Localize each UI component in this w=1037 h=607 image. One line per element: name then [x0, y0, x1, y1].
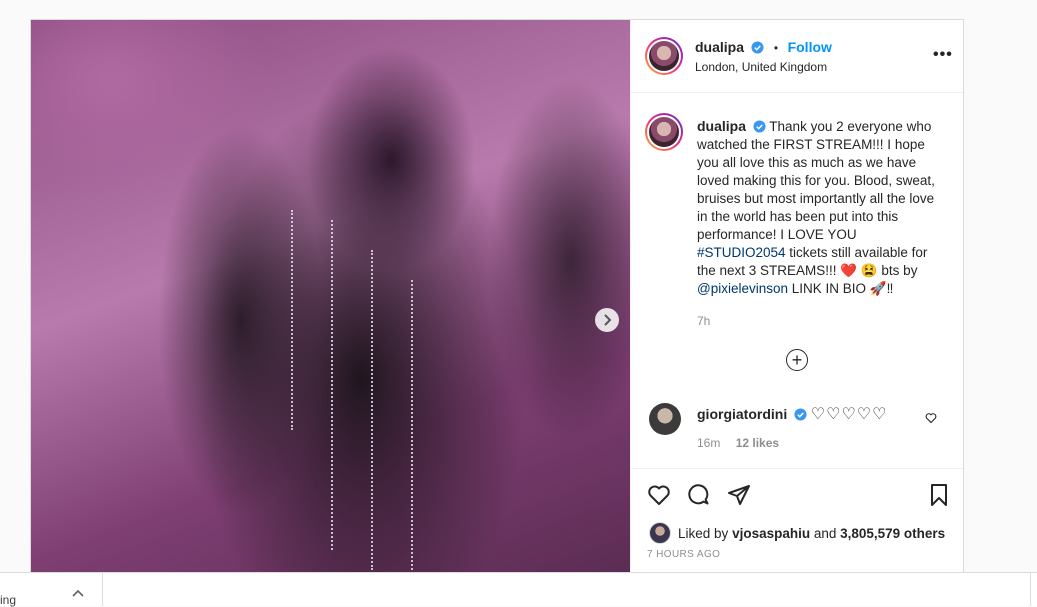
verified-badge-icon	[751, 41, 765, 54]
comment-like-button[interactable]	[925, 411, 937, 429]
comment-likes-count[interactable]: 12 likes	[736, 436, 779, 450]
caption-author-username[interactable]: dualipa	[697, 118, 746, 134]
header-author-line: dualipa • Follow	[695, 39, 832, 57]
dress-sparkle-detail	[411, 280, 413, 570]
caption-timestamp: 7h	[697, 314, 711, 328]
follow-button[interactable]: Follow	[788, 39, 832, 55]
share-button[interactable]	[727, 483, 751, 512]
post-location[interactable]: London, United Kingdom	[695, 60, 827, 74]
speech-bubble-icon	[688, 484, 709, 505]
comment-timestamp: 16m	[697, 436, 721, 450]
chevron-right-icon	[604, 314, 612, 326]
liker-username[interactable]: vjosaspahiu	[732, 526, 810, 541]
post-header: dualipa • Follow London, United Kingdom …	[631, 20, 963, 93]
heart-outline-icon	[648, 485, 670, 505]
chevron-up-icon[interactable]	[72, 589, 84, 597]
post-photo[interactable]	[31, 20, 630, 578]
comment-row: giorgiatordini ♡♡♡♡♡	[697, 405, 887, 424]
download-bar-edge	[1030, 573, 1037, 606]
heart-outline-icon	[925, 413, 937, 424]
next-photo-button[interactable]	[595, 308, 619, 332]
hashtag-link[interactable]: #STUDIO2054	[697, 245, 786, 260]
instagram-post: dualipa • Follow London, United Kingdom …	[30, 19, 964, 579]
mention-link[interactable]: @pixielevinson	[697, 281, 788, 296]
post-sidebar: dualipa • Follow London, United Kingdom …	[630, 20, 963, 578]
comment-button[interactable]	[687, 483, 711, 512]
liked-by-middle: and	[810, 525, 841, 541]
post-timestamp[interactable]: 7 HOURS AGO	[647, 549, 720, 560]
plus-circle-icon: +	[791, 350, 803, 370]
author-avatar[interactable]	[645, 37, 683, 75]
liker-avatar[interactable]	[649, 522, 671, 544]
verified-badge-icon	[753, 120, 766, 133]
caption-text-part: Thank you 2 everyone who watched the FIR…	[697, 119, 935, 242]
likes-count[interactable]: 3,805,579 others	[840, 526, 945, 541]
comment-meta: 16m 12 likes	[697, 436, 791, 450]
liked-by-row: Liked by vjosaspahiu and 3,805,579 other…	[649, 522, 945, 544]
post-caption: dualipa Thank you 2 everyone who watched…	[697, 117, 942, 330]
commenter-avatar[interactable]	[649, 403, 681, 435]
save-button[interactable]	[927, 483, 951, 512]
like-button[interactable]	[647, 483, 671, 512]
caption-text-part: LINK IN BIO 🚀‼	[788, 281, 894, 296]
post-actions: Liked by vjosaspahiu and 3,805,579 other…	[631, 468, 963, 578]
dress-sparkle-detail	[371, 250, 373, 570]
commenter-username[interactable]: giorgiatordini	[697, 406, 787, 422]
comment-text: ♡♡♡♡♡	[810, 406, 888, 423]
bookmark-icon	[931, 484, 947, 506]
download-item[interactable]: ing	[0, 573, 103, 607]
more-options-button[interactable]: •••	[933, 46, 953, 64]
load-more-comments-button[interactable]: +	[786, 349, 808, 371]
dress-sparkle-detail	[331, 220, 333, 550]
dress-sparkle-detail	[291, 210, 293, 430]
author-username[interactable]: dualipa	[695, 39, 744, 55]
verified-badge-icon	[794, 408, 807, 421]
paper-plane-icon	[728, 485, 750, 505]
comments-section: dualipa Thank you 2 everyone who watched…	[631, 93, 963, 467]
liked-by-prefix: Liked by	[678, 525, 729, 541]
separator-dot: •	[773, 41, 779, 55]
download-bar: ing	[0, 572, 1037, 607]
caption-author-avatar[interactable]	[645, 113, 683, 151]
